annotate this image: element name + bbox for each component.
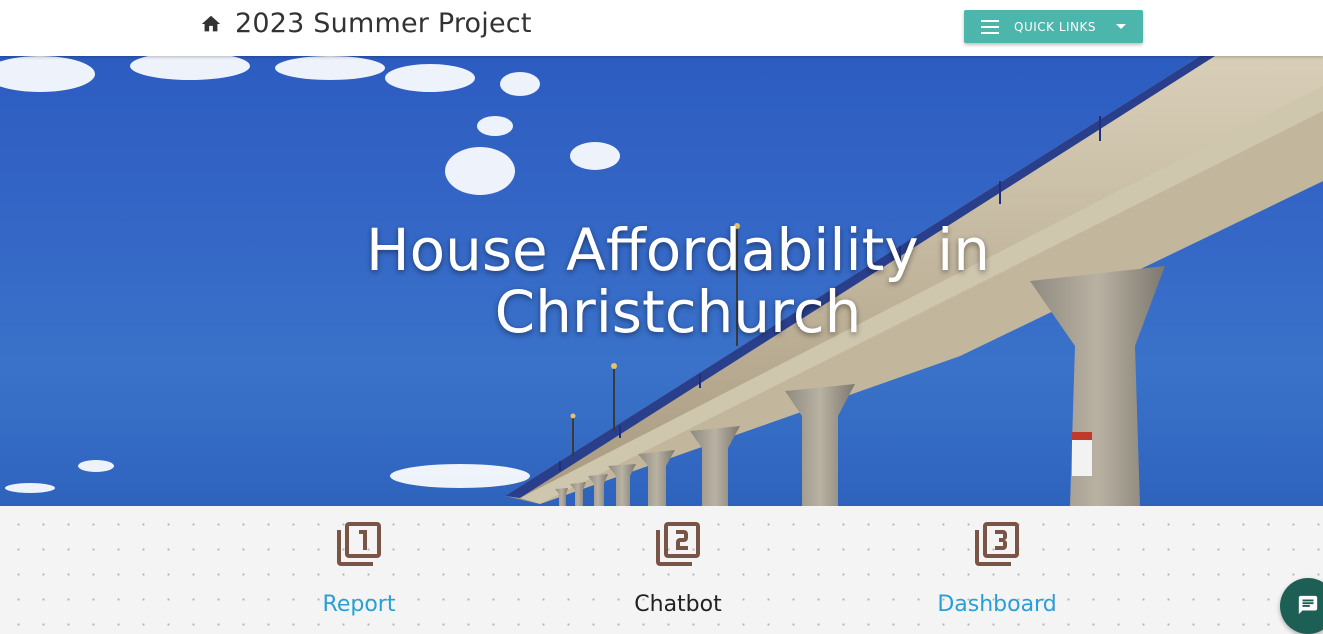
site-title: 2023 Summer Project <box>235 8 532 39</box>
dropdown-caret-icon <box>1116 24 1127 29</box>
dashboard-card[interactable]: Dashboard <box>897 520 1097 617</box>
section-cards: Report Chatbot Dashboard <box>0 506 1323 627</box>
filter-2-icon <box>656 522 700 566</box>
hero-title-line1: House Affordability in <box>365 216 991 284</box>
chat-icon <box>1298 595 1318 615</box>
hero-title-line2: Christchurch <box>494 278 862 346</box>
report-link[interactable]: Report <box>259 592 459 617</box>
dashboard-link[interactable]: Dashboard <box>897 592 1097 617</box>
hero-title: House Affordability in Christchurch <box>0 219 1323 343</box>
quick-links-label: QUICK LINKS <box>1014 19 1097 34</box>
filter-1-icon <box>337 522 381 566</box>
chatbot-card[interactable]: Chatbot <box>578 520 778 617</box>
filter-3-icon <box>975 522 1019 566</box>
report-card[interactable]: Report <box>259 520 459 617</box>
top-navbar: 2023 Summer Project QUICK LINKS <box>0 0 1323 56</box>
quick-links-button[interactable]: QUICK LINKS <box>964 10 1143 43</box>
chatbot-label: Chatbot <box>634 592 722 617</box>
home-link[interactable]: 2023 Summer Project <box>200 8 532 39</box>
menu-icon <box>981 19 999 34</box>
home-icon <box>201 15 221 31</box>
hero-banner: House Affordability in Christchurch <box>0 56 1323 506</box>
